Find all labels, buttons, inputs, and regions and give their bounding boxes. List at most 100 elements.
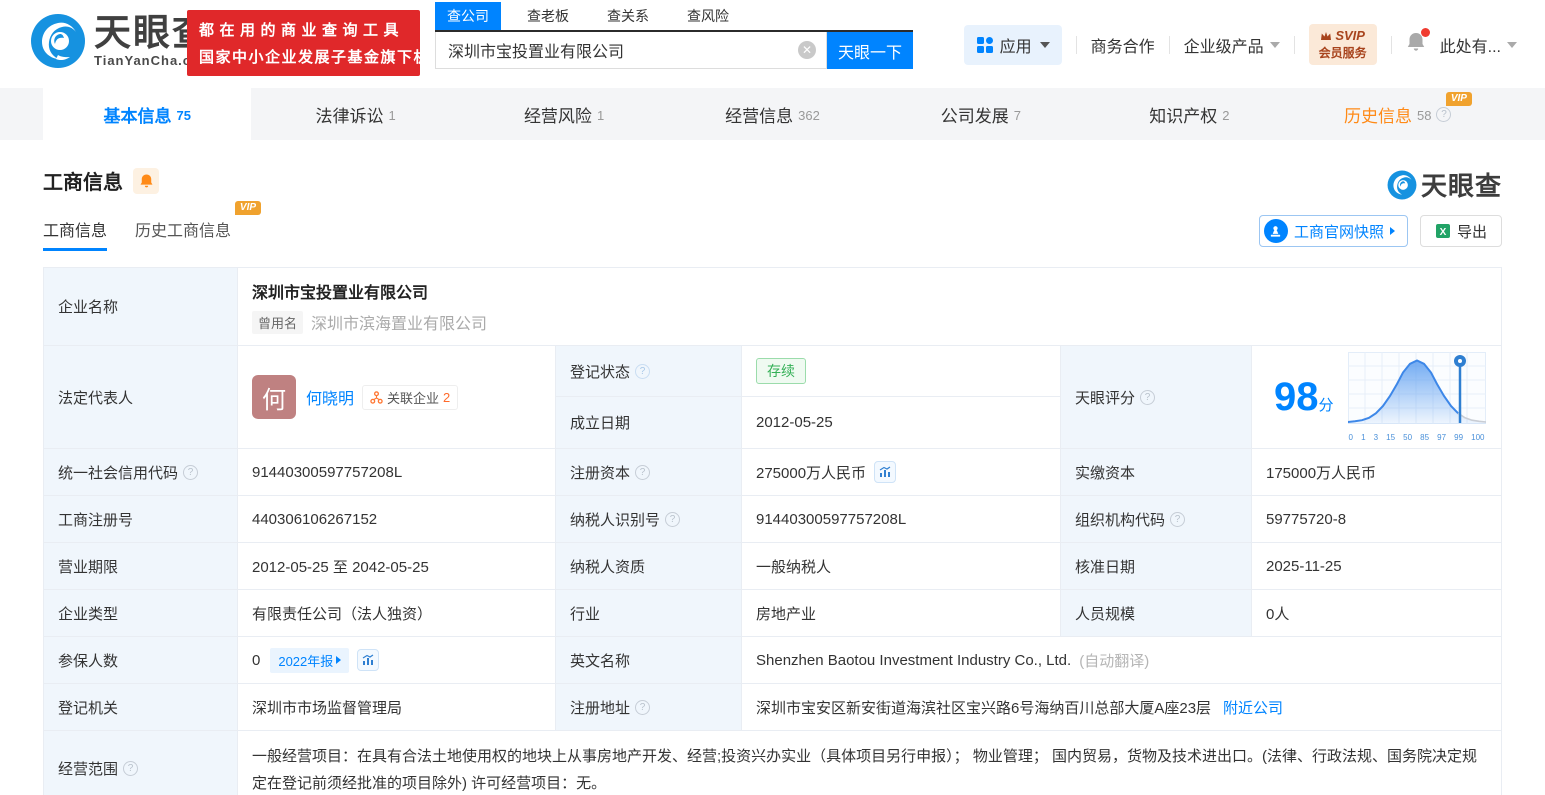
search-tab-relation[interactable]: 查关系	[595, 2, 661, 30]
search-input[interactable]	[436, 32, 826, 68]
search-tab-risk[interactable]: 查风险	[675, 2, 741, 30]
reg-capital-value: 275000万人民币	[756, 464, 867, 482]
score-label: 天眼评分 ?	[1061, 346, 1252, 449]
registry-value: 深圳市市场监督管理局	[238, 684, 556, 731]
reg-status-cell: 存续	[742, 346, 1061, 397]
status-date-group: 登记状态 ? 存续 成立日期 2012-05-25	[556, 346, 1061, 449]
company-name-value: 深圳市宝投置业有限公司	[252, 285, 429, 302]
tab-intellectual-property[interactable]: 知识产权 2	[1085, 88, 1293, 140]
reg-capital-cell: 275000万人民币	[742, 449, 1061, 496]
help-icon[interactable]: ?	[123, 760, 139, 776]
company-name-label: 企业名称	[44, 268, 238, 346]
subtab-history-business-info[interactable]: 历史工商信息 VIP	[135, 201, 262, 251]
staff-size-value: 0人	[1252, 590, 1501, 637]
user-menu[interactable]: 此处有...	[1440, 33, 1517, 57]
reg-number-value: 440306106267152	[238, 496, 556, 543]
help-icon[interactable]: ?	[1140, 389, 1156, 405]
nav-cooperation[interactable]: 商务合作	[1091, 33, 1155, 57]
chevron-down-icon	[1507, 41, 1517, 48]
nearby-companies-link[interactable]: 附近公司	[1223, 697, 1283, 718]
company-tabs: 基本信息 75 法律诉讼 1 经营风险 1 经营信息 362 公司发展 7 知识…	[0, 88, 1545, 140]
svg-text:X: X	[1440, 227, 1447, 238]
tianyancha-logo[interactable]: 天眼查 TianYanCha.com	[30, 13, 213, 69]
help-icon[interactable]: ?	[635, 464, 651, 480]
monitor-bell-icon[interactable]	[133, 167, 159, 194]
search-area: 查公司 查老板 查关系 查风险 ✕ 天眼一下	[435, 2, 913, 69]
tab-label: 知识产权	[1149, 106, 1218, 126]
taxpayer-quality-value: 一般纳税人	[742, 543, 1061, 590]
tab-legal-proceedings[interactable]: 法律诉讼 1	[251, 88, 459, 140]
notification-bell-icon[interactable]	[1406, 28, 1430, 58]
tab-label: 经营信息	[725, 106, 794, 126]
business-info-table: 企业名称 深圳市宝投置业有限公司 曾用名 深圳市滨海置业有限公司 法定代表人 何…	[43, 267, 1502, 795]
related-count: 2	[443, 389, 451, 405]
help-icon[interactable]: ?	[635, 363, 651, 379]
business-info-section: 工商信息 天眼查 工商信息 历史工商信息 VIP 工商官网快照 X 导出 企业名…	[0, 166, 1545, 795]
avatar[interactable]: 何	[252, 375, 296, 419]
nav-divider	[1390, 35, 1392, 54]
help-icon[interactable]: ?	[635, 699, 651, 715]
tab-count: 1	[596, 107, 605, 123]
tab-count: 75	[176, 107, 191, 123]
credit-code-value: 91440300597757208L	[238, 449, 556, 496]
help-icon[interactable]: ?	[1170, 511, 1186, 527]
excel-icon: X	[1435, 224, 1450, 238]
annual-report-link[interactable]: 2022年报	[270, 647, 350, 673]
related-companies-button[interactable]: 关联企业 2	[362, 384, 459, 410]
auto-translate-note: (自动翻译)	[1079, 652, 1150, 670]
legal-rep-name-link[interactable]: 何晓明	[306, 385, 354, 409]
address-label: 注册地址?	[556, 684, 742, 731]
tab-company-development[interactable]: 公司发展 7	[877, 88, 1085, 140]
nav-divider	[1293, 35, 1295, 54]
insured-count-value: 0	[252, 651, 261, 669]
apps-button[interactable]: 应用	[963, 24, 1062, 65]
taxpayer-id-label: 纳税人识别号?	[556, 496, 742, 543]
svip-member-button[interactable]: SVIP 会员服务	[1308, 24, 1377, 65]
tab-operation-risk[interactable]: 经营风险 1	[460, 88, 668, 140]
paid-capital-label: 实缴资本	[1061, 449, 1252, 496]
site-header: 天眼查 TianYanCha.com 都在用的商业查询工具 国家中小企业发展子基…	[0, 0, 1545, 88]
credit-code-label: 统一社会信用代码?	[44, 449, 238, 496]
capital-trend-icon[interactable]	[874, 461, 897, 483]
help-icon[interactable]: ?	[1436, 106, 1452, 122]
search-tab-company[interactable]: 查公司	[435, 2, 501, 30]
establish-date-label: 成立日期	[556, 397, 742, 448]
top-nav: 应用 商务合作 企业级产品 SVIP 会员服务 此处有...	[963, 24, 1517, 65]
nav-enterprise[interactable]: 企业级产品	[1184, 33, 1280, 57]
tab-count: 7	[1013, 107, 1022, 123]
business-term-label: 营业期限	[44, 543, 238, 590]
watermark-eye-icon	[1387, 170, 1417, 199]
org-chart-icon	[370, 390, 383, 404]
slogan-banner: 都在用的商业查询工具 国家中小企业发展子基金旗下机构	[187, 10, 445, 76]
former-name-badge: 曾用名	[252, 310, 304, 334]
insured-trend-icon[interactable]	[357, 649, 380, 671]
search-tab-boss[interactable]: 查老板	[515, 2, 581, 30]
help-icon[interactable]: ?	[665, 511, 681, 527]
tab-basic-info[interactable]: 基本信息 75	[43, 88, 252, 140]
export-label: 导出	[1456, 223, 1487, 241]
industry-label: 行业	[556, 590, 742, 637]
clear-icon[interactable]: ✕	[798, 41, 816, 59]
help-icon[interactable]: ?	[183, 464, 199, 480]
chevron-right-icon	[336, 656, 342, 664]
slogan-line-1: 都在用的商业查询工具	[199, 22, 405, 39]
score-cell[interactable]: 98分 0 1 3 15 50 85 97 99 100	[1252, 346, 1501, 449]
chevron-right-icon	[1389, 227, 1395, 235]
tab-operation-info[interactable]: 经营信息 362	[668, 88, 876, 140]
subtab-row: 工商信息 历史工商信息 VIP 工商官网快照 X 导出	[43, 201, 1502, 251]
approval-date-value: 2025-11-25	[1252, 543, 1501, 590]
search-button[interactable]: 天眼一下	[827, 32, 913, 69]
tab-history-info[interactable]: VIP 历史信息 58 ?	[1294, 88, 1502, 140]
company-type-label: 企业类型	[44, 590, 238, 637]
official-snapshot-button[interactable]: 工商官网快照	[1258, 215, 1408, 247]
subtab-business-info[interactable]: 工商信息	[43, 217, 108, 251]
chevron-down-icon	[1269, 41, 1280, 48]
vip-badge: VIP	[1445, 92, 1472, 106]
export-button[interactable]: X 导出	[1419, 215, 1502, 247]
registry-label: 登记机关	[44, 684, 238, 731]
org-code-label: 组织机构代码?	[1061, 496, 1252, 543]
nav-divider	[1168, 35, 1170, 54]
business-scope-value: 一般经营项目：在具有合法土地使用权的地块上从事房地产开发、经营;投资兴办实业（具…	[252, 748, 1478, 792]
tab-count: 362	[798, 107, 820, 123]
tab-label: 基本信息	[103, 106, 172, 126]
